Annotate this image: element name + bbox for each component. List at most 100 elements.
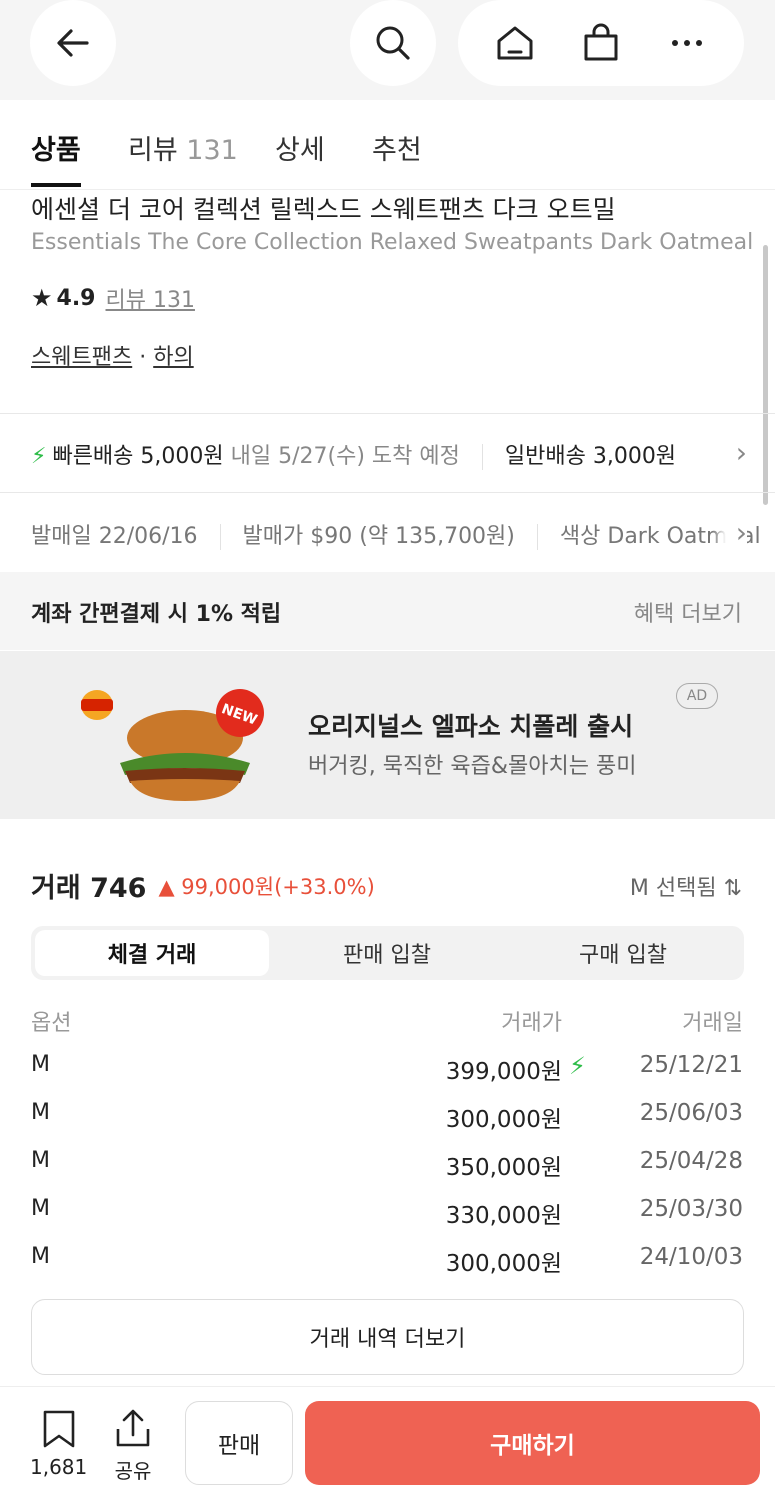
burger-king-logo	[81, 690, 113, 720]
table-row: M 300,000원 24/10/03	[0, 1236, 775, 1284]
row-date: 25/12/21	[639, 1052, 743, 1078]
release-date-value: 22/06/16	[98, 524, 198, 549]
shipping-row[interactable]: ⚡ 빠른배송 5,000원 내일 5/27(수) 도착 예정 일반배송 3,000원	[31, 438, 775, 470]
row-date: 24/10/03	[639, 1244, 743, 1270]
tab-count: 131	[186, 135, 238, 166]
benefit-bar: 계좌 간편결제 시 1% 적립 혜택 더보기	[0, 572, 775, 650]
search-icon	[376, 26, 410, 60]
lightning-icon: ⚡	[31, 444, 47, 469]
shopping-bag-button[interactable]	[571, 13, 631, 73]
search-button[interactable]	[350, 0, 436, 86]
column-header-price: 거래가	[501, 1011, 562, 1036]
tab-recommend[interactable]: 추천	[372, 128, 422, 167]
more-horizontal-icon	[672, 40, 702, 46]
bottom-action-bar: 1,681 공유 판매 구매하기	[0, 1386, 775, 1500]
category-link-sweatpants[interactable]: 스웨트팬츠	[31, 345, 132, 370]
divider	[0, 413, 775, 414]
divider	[0, 492, 775, 493]
table-row: M 330,000원 25/03/30	[0, 1188, 775, 1236]
benefit-more-link[interactable]: 혜택 더보기	[634, 596, 742, 628]
price-change: ▲ 99,000원(+33.0%)	[158, 874, 375, 899]
table-row: M 399,000원 ⚡ 25/12/21	[0, 1044, 775, 1092]
shopping-bag-icon	[584, 23, 618, 61]
bookmark-count: 1,681	[30, 1455, 88, 1479]
color-label: 색상	[559, 524, 601, 549]
row-date: 25/06/03	[639, 1100, 743, 1126]
share-label: 공유	[114, 1459, 152, 1483]
tab-buy-bids[interactable]: 구매 입찰	[506, 930, 740, 976]
fast-shipping-eta: 내일 5/27(수) 도착 예정	[230, 444, 460, 469]
size-selector[interactable]: M 선택됨 ⇅	[630, 870, 742, 902]
category-row: 스웨트팬츠 · 하의	[31, 339, 194, 371]
bookmark-icon	[43, 1410, 74, 1448]
burger-image: NEW	[81, 689, 264, 801]
ad-headline: 오리지널스 엘파소 치폴레 출시	[308, 712, 634, 741]
benefit-label: 계좌 간편결제 시 1% 적립	[31, 602, 282, 627]
tab-review[interactable]: 리뷰 131	[128, 128, 238, 167]
column-header-option: 옵션	[31, 1011, 72, 1036]
top-bar	[0, 0, 775, 100]
trade-count: 거래 746	[31, 873, 147, 904]
arrow-left-icon	[57, 29, 89, 57]
sort-arrows-icon: ⇅	[723, 876, 742, 901]
ad-badge: AD	[676, 683, 718, 709]
tab-bar: 상품 리뷰 131 상세 추천	[0, 100, 775, 190]
column-header-date: 거래일	[682, 1011, 743, 1036]
row-option: M	[31, 1100, 50, 1125]
tab-label: 리뷰	[128, 135, 178, 166]
chevron-right-icon[interactable]: ›	[711, 436, 747, 469]
trade-summary: 거래 746 ▲ 99,000원(+33.0%)	[31, 866, 375, 905]
row-price: 300,000원	[445, 1251, 562, 1277]
tab-detail[interactable]: 상세	[275, 128, 325, 167]
sell-button[interactable]: 판매	[185, 1401, 293, 1485]
row-date: 25/03/30	[639, 1196, 743, 1222]
release-info-row[interactable]: 발매일 22/06/16 발매가 $90 (약 135,700원) 색상 Dark …	[31, 518, 775, 550]
bookmark-button[interactable]: 1,681	[30, 1409, 87, 1479]
divider	[219, 524, 221, 550]
table-row: M 300,000원 25/06/03	[0, 1092, 775, 1140]
tab-active-indicator	[31, 183, 81, 187]
release-price-label: 발매가	[242, 524, 304, 549]
rating-row: ★ 4.9 리뷰 131	[31, 282, 195, 314]
row-option: M	[31, 1052, 50, 1077]
category-link-bottoms[interactable]: 하의	[153, 345, 193, 370]
chevron-right-icon[interactable]: ›	[711, 516, 747, 549]
tab-product[interactable]: 상품	[31, 128, 81, 167]
divider	[536, 524, 538, 550]
review-link[interactable]: 리뷰 131	[106, 282, 195, 314]
share-icon	[116, 1409, 150, 1447]
tab-label: 상세	[275, 135, 325, 166]
ad-subtext: 버거킹, 묵직한 육즙&몰아치는 풍미	[308, 754, 637, 779]
category-separator: ·	[139, 345, 147, 370]
release-date-label: 발매일	[31, 524, 92, 549]
home-button[interactable]	[485, 13, 545, 73]
tab-concluded-trades[interactable]: 체결 거래	[35, 930, 269, 976]
ad-banner[interactable]: NEW 오리지널스 엘파소 치폴레 출시 버거킹, 묵직한 육즙&몰아치는 풍미…	[0, 651, 775, 819]
size-selected-label: M 선택됨	[629, 876, 717, 901]
normal-shipping-label: 일반배송 3,000원	[504, 444, 677, 469]
share-button[interactable]: 공유	[114, 1409, 152, 1484]
product-title-ko: 에센셜 더 코어 컬렉션 릴렉스드 스웨트팬츠 다크 오트밀	[31, 195, 616, 224]
row-price: 399,000원	[445, 1059, 562, 1085]
row-price: 330,000원	[445, 1203, 562, 1229]
row-price: 300,000원	[445, 1107, 562, 1133]
lightning-icon: ⚡	[569, 1052, 586, 1080]
rating-score: 4.9	[56, 285, 96, 311]
row-option: M	[31, 1148, 50, 1173]
row-price: 350,000원	[445, 1155, 562, 1181]
top-actions	[458, 0, 744, 86]
tab-sell-bids[interactable]: 판매 입찰	[270, 930, 504, 976]
trade-history-more-button[interactable]: 거래 내역 더보기	[31, 1299, 744, 1375]
divider	[481, 444, 483, 470]
back-button[interactable]	[30, 0, 116, 86]
home-icon	[497, 26, 533, 60]
product-title-en: Essentials The Core Collection Relaxed S…	[31, 230, 754, 255]
tab-label: 추천	[372, 135, 422, 166]
fast-shipping-label: 빠른배송 5,000원	[52, 444, 224, 469]
tab-label: 상품	[31, 135, 81, 166]
row-option: M	[31, 1196, 50, 1221]
more-button[interactable]	[657, 13, 717, 73]
release-price-value: $90 (약 135,700원)	[310, 524, 515, 549]
row-option: M	[31, 1244, 50, 1269]
buy-button[interactable]: 구매하기	[305, 1401, 760, 1485]
